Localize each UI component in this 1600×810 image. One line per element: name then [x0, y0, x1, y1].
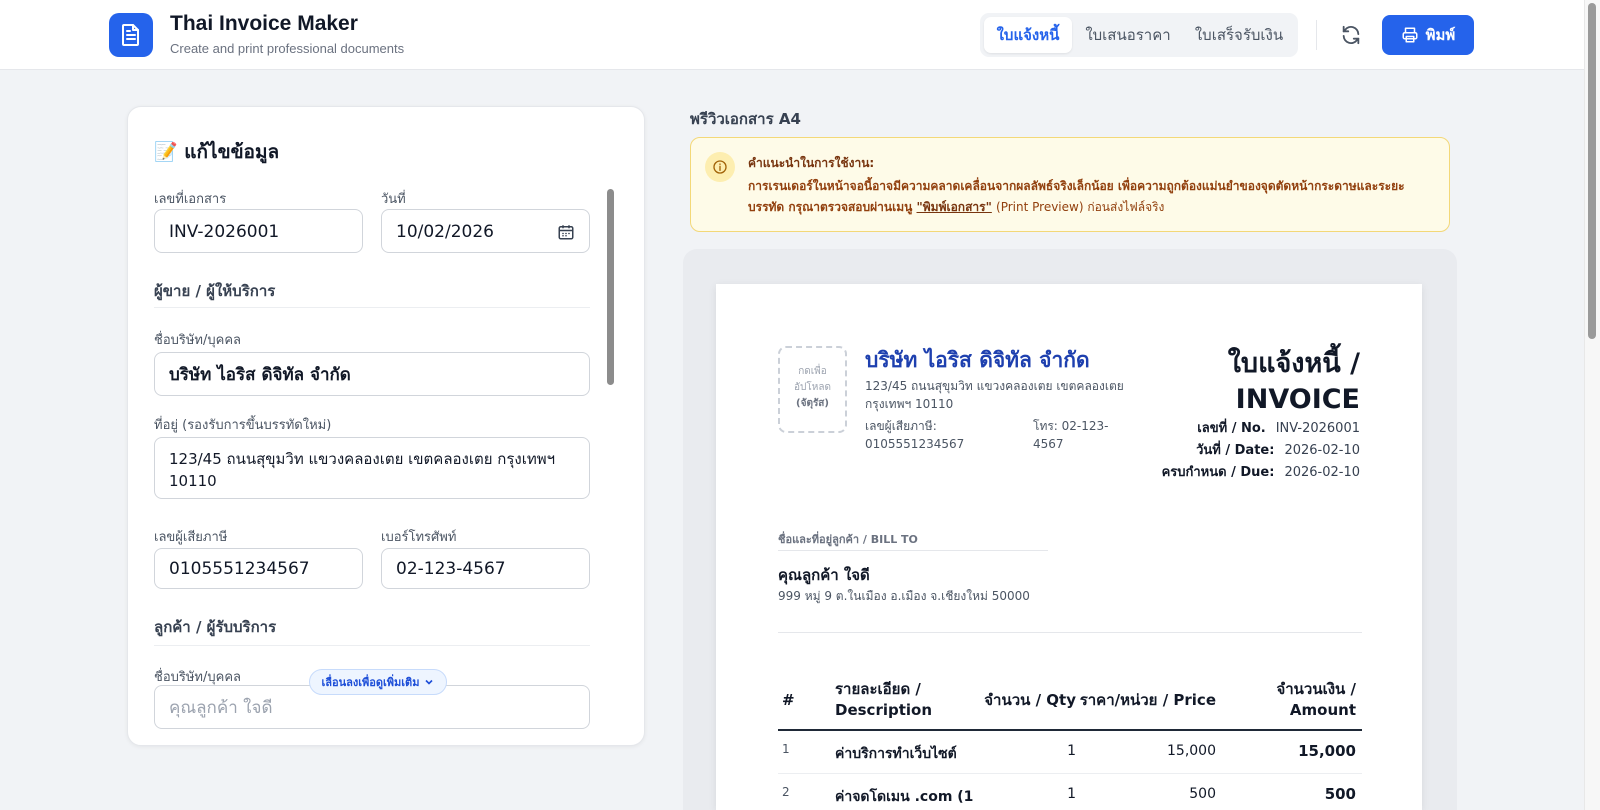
meta-date-label: วันที่ / Date: [1196, 443, 1275, 458]
notice-title: คำแนะนำในการใช้งาน: [748, 156, 875, 170]
row-description: ค่าบริการทำเว็บไซต์ [835, 746, 957, 762]
seller-section-title: ผู้ขาย / ผู้ให้บริการ [154, 282, 276, 300]
section-separator [778, 632, 1362, 633]
col-header-no: # [782, 691, 795, 709]
company-name: บริษัท ไอริส ดิจิทัล จำกัด [865, 348, 1090, 372]
col-header-amount-2: Amount [1289, 701, 1356, 719]
date-value: 10/02/2026 [396, 222, 494, 242]
app-subtitle: Create and print professional documents [170, 41, 405, 56]
document-title-th: ใบแจ้งหนี้ / [1227, 348, 1360, 379]
calendar-icon[interactable] [557, 223, 575, 241]
a4-sheet: กดเพื่อ อัปโหลด (จัตุรัส) บริษัท ไอริส ด… [716, 284, 1422, 810]
col-header-description-1: รายละเอียด / [835, 680, 921, 698]
meta-doc-no-value: INV-2026001 [1275, 421, 1360, 436]
usage-notice: คำแนะนำในการใช้งาน: การเรนเดอร์ในหน้าจอน… [690, 137, 1450, 232]
preview-label: พรีวิวเอกสาร A4 [690, 110, 801, 128]
document-icon [109, 13, 153, 57]
col-header-qty: จำนวน / Qty [984, 691, 1076, 709]
company-phone: โทร: 02-123-4567 [1033, 419, 1109, 451]
seller-name-label: ชื่อบริษัท/บุคคล [154, 333, 241, 348]
app-title: Thai Invoice Maker [170, 12, 358, 35]
meta-due-value: 2026-02-10 [1284, 465, 1360, 480]
editor-panel: 📝 แก้ไขข้อมูล เลขที่เอกสาร วันที่ INV-20… [127, 106, 645, 746]
client-name: คุณลูกค้า ใจดี [778, 566, 870, 584]
upload-text-2: อัปโหลด [794, 382, 831, 393]
logo-upload[interactable]: กดเพื่อ อัปโหลด (จัตุรัส) [778, 346, 847, 433]
row-amount: 15,000 [1298, 742, 1356, 760]
bill-to-divider [778, 550, 1048, 551]
row-no: 1 [782, 742, 790, 756]
section-divider [154, 307, 590, 308]
tab-quotation[interactable]: ใบเสนอราคา [1076, 17, 1180, 53]
printer-icon [1402, 27, 1418, 43]
app-header: Thai Invoice Maker Create and print prof… [0, 0, 1584, 70]
row-qty: 1 [1067, 786, 1076, 802]
date-input[interactable]: 10/02/2026 [381, 209, 590, 253]
tax-id-input[interactable]: 0105551234567 [154, 548, 363, 589]
tab-invoice[interactable]: ใบแจ้งหนี้ [984, 17, 1072, 53]
meta-date-value: 2026-02-10 [1284, 443, 1360, 458]
phone-label: เบอร์โทรศัพท์ [381, 530, 457, 545]
scroll-more-label: เลื่อนลงเพื่อดูเพิ่มเติม [321, 676, 420, 689]
window-scrollbar-thumb[interactable] [1588, 3, 1596, 339]
col-header-description: รายละเอียด / Description [835, 679, 932, 721]
row-divider [778, 773, 1362, 774]
table-header-rule [778, 729, 1362, 731]
meta-due-label: ครบกำหนด / Due: [1161, 465, 1275, 480]
meta-doc-no: เลขที่ / No. INV-2026001 [1197, 417, 1360, 438]
row-price: 500 [1189, 786, 1216, 802]
refresh-icon[interactable] [1337, 21, 1365, 49]
col-header-description-2: Description [835, 701, 933, 719]
print-label: พิมพ์ [1425, 26, 1456, 44]
bill-to-label: ชื่อและที่อยู่ลูกค้า / BILL TO [778, 533, 918, 546]
seller-name-input[interactable]: บริษัท ไอริส ดิจิทัล จำกัด [154, 352, 590, 396]
print-document-link[interactable]: "พิมพ์เอกสาร" [917, 200, 992, 214]
company-address: 123/45 ถนนสุขุมวิท แขวงคลองเตย เขตคลองเต… [865, 379, 1124, 411]
seller-address-textarea[interactable]: 123/45 ถนนสุขุมวิท แขวงคลองเตย เขตคลองเต… [154, 437, 590, 499]
col-header-price: ราคา/หน่วย / Price [1079, 691, 1216, 709]
doc-no-input[interactable]: INV-2026001 [154, 209, 363, 253]
notice-tail: (Print Preview) ก่อนส่งไฟล์จริง [996, 200, 1165, 214]
document-title: ใบแจ้งหนี้ / INVOICE [1228, 346, 1360, 418]
document-title-en: INVOICE [1235, 384, 1360, 415]
client-name-label: ชื่อบริษัท/บุคคล [154, 670, 241, 685]
notice-body: การเรนเดอร์ในหน้าจอนี้อาจมีความคลาดเคลื่… [748, 176, 1438, 218]
client-address: 999 หมู่ 9 ต.ในเมือง อ.เมือง จ.เชียงใหม่… [778, 589, 1030, 603]
header-divider [1316, 20, 1317, 50]
upload-text-1: กดเพื่อ [798, 366, 827, 377]
row-price: 15,000 [1167, 743, 1216, 759]
tab-receipt[interactable]: ใบเสร็จรับเงิน [1184, 17, 1294, 53]
date-label: วันที่ [381, 192, 406, 207]
company-tax-id: เลขผู้เสียภาษี: 0105551234567 [865, 419, 965, 451]
meta-doc-no-label: เลขที่ / No. [1197, 421, 1266, 436]
scroll-more-button[interactable]: เลื่อนลงเพื่อดูเพิ่มเติม [309, 669, 447, 695]
upload-text-3: (จัตุรัส) [796, 398, 829, 409]
chevron-down-icon [425, 679, 434, 685]
seller-address-label: ที่อยู่ (รองรับการขึ้นบรรทัดใหม่) [154, 418, 332, 433]
row-qty: 1 [1067, 743, 1076, 759]
print-button[interactable]: พิมพ์ [1382, 15, 1474, 55]
row-description: ค่าจดโดเมน .com (1 [835, 789, 974, 805]
editor-title: 📝 แก้ไขข้อมูล [154, 141, 280, 163]
row-amount: 500 [1324, 785, 1356, 803]
section-divider [154, 645, 590, 646]
col-header-amount: จำนวนเงิน / Amount [1276, 679, 1356, 721]
meta-date: วันที่ / Date: 2026-02-10 [1196, 439, 1360, 460]
editor-scrollbar-thumb[interactable] [607, 189, 614, 385]
col-header-amount-1: จำนวนเงิน / [1276, 680, 1356, 698]
phone-input[interactable]: 02-123-4567 [381, 548, 590, 589]
info-icon [705, 152, 735, 182]
tax-id-label: เลขผู้เสียภาษี [154, 530, 228, 545]
client-section-title: ลูกค้า / ผู้รับบริการ [154, 618, 277, 636]
meta-due: ครบกำหนด / Due: 2026-02-10 [1162, 461, 1360, 482]
doc-no-label: เลขที่เอกสาร [154, 192, 227, 207]
row-no: 2 [782, 785, 790, 799]
document-type-tabs: ใบแจ้งหนี้ ใบเสนอราคา ใบเสร็จรับเงิน [980, 13, 1298, 57]
